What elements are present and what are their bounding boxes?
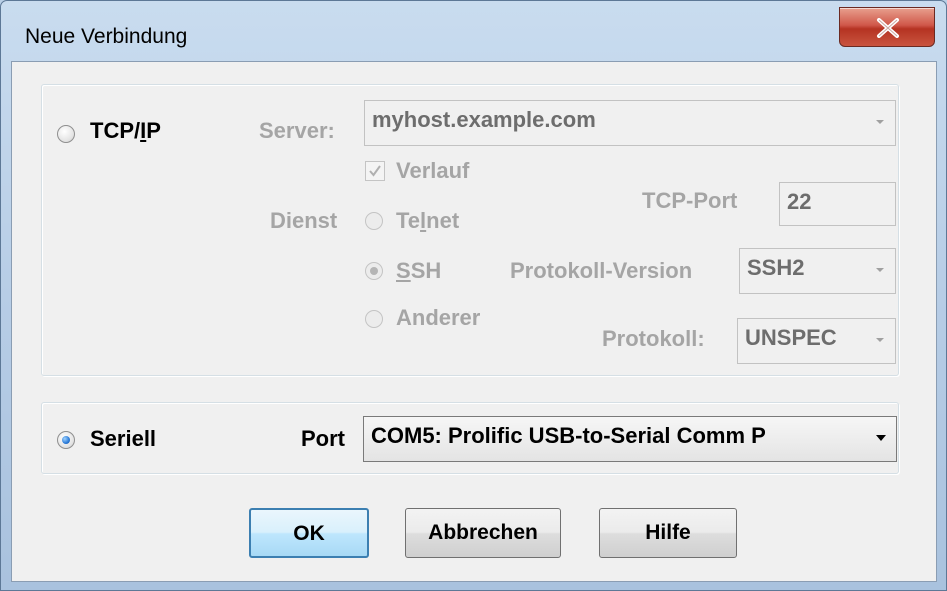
other-radio[interactable] [365,310,383,328]
other-label: Anderer [396,305,481,330]
port-combobox[interactable]: COM5: Prolific USB-to-Serial Comm P [363,416,897,462]
port-value: COM5: Prolific USB-to-Serial Comm P [371,423,766,448]
history-checkbox[interactable] [365,161,385,181]
telnet-radio[interactable] [365,212,383,230]
server-value: myhost.example.com [372,107,596,132]
serial-label: Seriell [90,426,157,451]
ssh-radio[interactable] [365,262,383,280]
protocol-value: UNSPEC [745,325,837,350]
ok-button[interactable]: OK [249,508,369,558]
cancel-button[interactable]: Abbrechen [405,508,561,558]
tcp-port-label: TCP-Port [642,188,738,213]
close-button[interactable] [839,7,935,47]
title-bar[interactable]: Neue Verbindung [1,1,946,61]
close-icon [877,18,899,38]
protocol-version-value: SSH2 [747,255,805,280]
dialog-client-area: TCP/IP Server: myhost.example.com Verlau… [11,61,937,582]
tcp-port-value: 22 [787,189,812,214]
protocol-version-combobox[interactable]: SSH2 [739,248,896,294]
port-label: Port [301,426,345,451]
telnet-label: Telnet [396,208,460,233]
server-label: Server: [259,118,335,143]
protocol-combobox[interactable]: UNSPEC [737,318,896,364]
chevron-down-icon [876,435,886,441]
serial-radio[interactable] [57,431,75,449]
tcpip-label: TCP/IP [90,118,161,143]
chevron-down-icon [876,268,884,272]
protocol-label: Protokoll: [602,326,705,351]
history-label: Verlauf [396,158,470,183]
server-combobox[interactable]: myhost.example.com [364,100,896,146]
tcpip-radio[interactable] [57,125,75,143]
tcp-port-input[interactable]: 22 [779,182,896,226]
check-icon [369,165,381,177]
help-button[interactable]: Hilfe [599,508,737,558]
ssh-label: SSH [396,258,442,283]
dialog-window: Neue Verbindung TCP/IP Server: myhost.ex… [0,0,947,591]
service-label: Dienst [270,208,338,233]
window-title: Neue Verbindung [25,25,188,48]
protocol-version-label: Protokoll-Version [510,258,693,283]
chevron-down-icon [876,338,884,342]
chevron-down-icon [876,120,884,124]
